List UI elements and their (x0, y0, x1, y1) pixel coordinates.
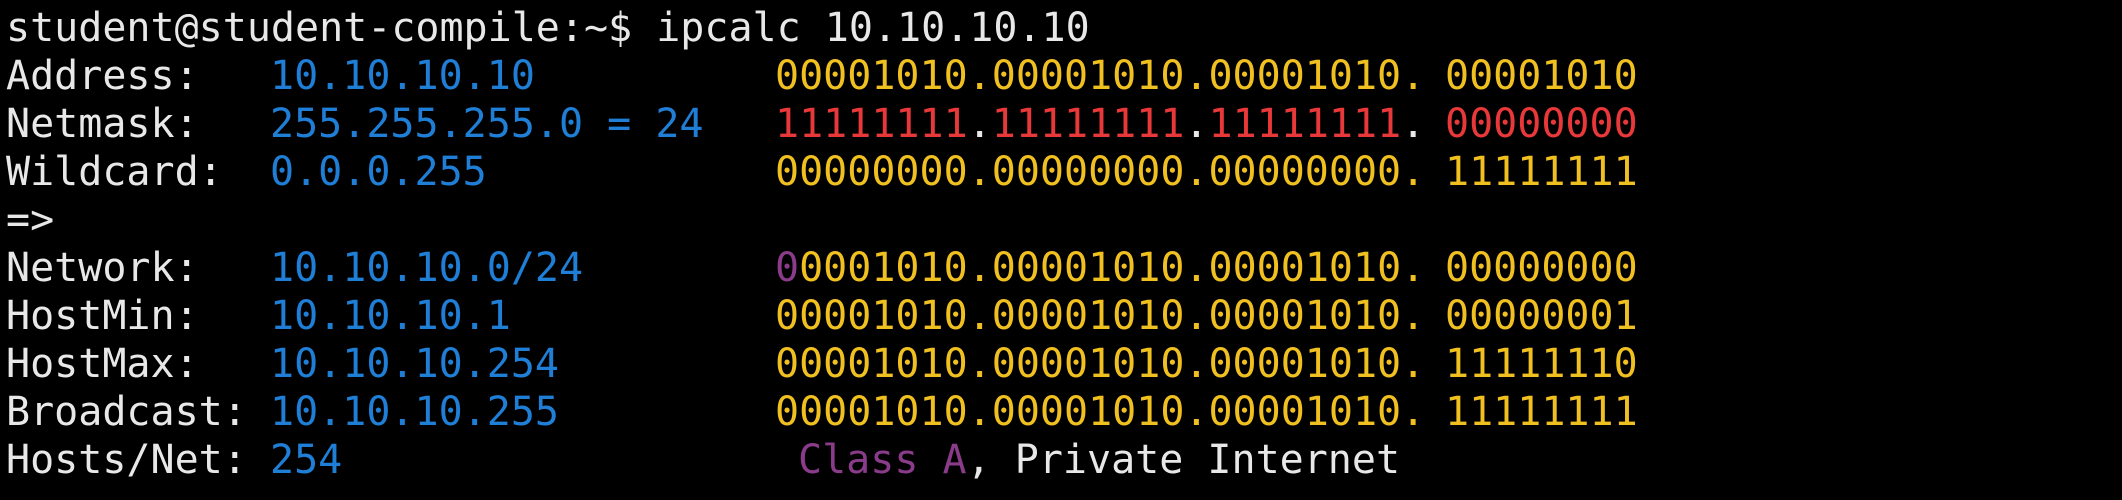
address-label: Address: (6, 53, 199, 99)
netmask-octet-2: 11111111 (991, 101, 1185, 147)
address-value: 10.10.10.10 (270, 53, 535, 99)
broadcast-value: 10.10.10.255 (270, 389, 559, 435)
hostmax-label: HostMax: (6, 341, 199, 387)
hostmin-row: HostMin: 10.10.10.1 00001010.00001010.00… (0, 292, 2122, 340)
wildcard-row: Wildcard: 0.0.0.255 00000000.00000000.00… (0, 148, 2122, 196)
network-binary-last-octet: 00000000 (1445, 245, 1638, 291)
network-row: Network: 10.10.10.0/24 00001010.00001010… (0, 244, 2122, 292)
broadcast-label: Broadcast: (6, 389, 247, 435)
netmask-row: Netmask: 255.255.255.0 = 24 11111111.111… (0, 100, 2122, 148)
netmask-label: Netmask: (6, 101, 199, 147)
address-binary-prefix: 00001010.00001010.00001010. (775, 53, 1426, 99)
command-prompt: student@student-compile:~$ ipcalc 10.10.… (6, 4, 1090, 52)
hosts-value: 254 (270, 437, 343, 483)
netmask-octet-3: 11111111 (1208, 101, 1402, 147)
network-class-bit: 0 (775, 245, 800, 291)
arrow-row: => (0, 196, 2122, 244)
address-binary-last-octet: 00001010 (1445, 53, 1638, 99)
hosts-row: Hosts/Net: 254 Class A, Private Internet (0, 436, 2122, 484)
netmask-binary-prefix: 11111111.11111111.11111111. (775, 101, 1426, 147)
wildcard-binary-prefix: 00000000.00000000.00000000. (775, 149, 1426, 195)
terminal-window[interactable]: student@student-compile:~$ ipcalc 10.10.… (0, 0, 2122, 500)
hostmax-row: HostMax: 10.10.10.254 00001010.00001010.… (0, 340, 2122, 388)
prompt-user-host: student@student-compile:~$ (6, 5, 657, 51)
network-type-label: , Private Internet (966, 437, 1401, 483)
netmask-binary-last-octet: 00000000 (1445, 101, 1638, 147)
result-arrow: => (6, 197, 55, 243)
broadcast-row: Broadcast: 10.10.10.255 00001010.0000101… (0, 388, 2122, 436)
broadcast-binary-last-octet: 11111111 (1445, 389, 1638, 435)
hostmax-binary-prefix: 00001010.00001010.00001010. (775, 341, 1426, 387)
netmask-octet-1: 11111111 (775, 101, 968, 147)
hostmin-binary-last-octet: 00000001 (1445, 293, 1638, 339)
command-text: ipcalc 10.10.10.10 (656, 5, 1090, 51)
hosts-label: Hosts/Net: (6, 437, 247, 483)
prompt-line: student@student-compile:~$ ipcalc 10.10.… (0, 4, 2122, 52)
network-value: 10.10.10.0/24 (270, 245, 584, 291)
wildcard-label: Wildcard: (6, 149, 223, 195)
network-class-label: Class A (798, 437, 967, 483)
network-class-note: Class A, Private Internet (798, 436, 1400, 484)
hostmax-binary-last-octet: 11111110 (1445, 341, 1638, 387)
network-binary-rest: 0001010.00001010.00001010. (799, 245, 1426, 291)
wildcard-value: 0.0.0.255 (270, 149, 487, 195)
broadcast-binary-prefix: 00001010.00001010.00001010. (775, 389, 1426, 435)
hostmin-label: HostMin: (6, 293, 199, 339)
wildcard-binary-last-octet: 11111111 (1445, 149, 1638, 195)
address-row: Address: 10.10.10.10 00001010.00001010.0… (0, 52, 2122, 100)
hostmin-binary-prefix: 00001010.00001010.00001010. (775, 293, 1426, 339)
hostmax-value: 10.10.10.254 (270, 341, 559, 387)
network-binary-prefix: 00001010.00001010.00001010. (775, 244, 1425, 292)
hostmin-value: 10.10.10.1 (270, 293, 511, 339)
netmask-value: 255.255.255.0 = 24 (270, 101, 704, 147)
network-label: Network: (6, 245, 199, 291)
